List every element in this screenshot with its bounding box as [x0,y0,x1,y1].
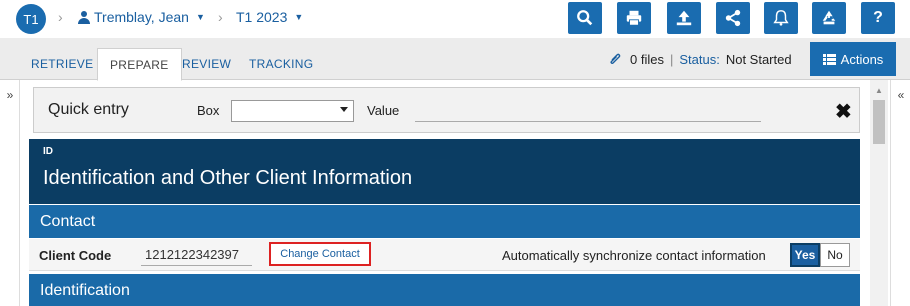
client-dropdown[interactable]: Tremblay, Jean ▼ [78,9,205,25]
list-icon [822,53,836,65]
value-input[interactable] [415,100,761,122]
search-icon [577,10,593,26]
chevron-right-icon: › [58,9,63,25]
caret-down-icon: ▼ [294,12,304,22]
upload-icon [676,10,692,26]
expand-left-icon[interactable]: » [0,88,20,102]
tab-review[interactable]: REVIEW [170,48,243,80]
value-label: Value [367,103,400,118]
share-button[interactable] [716,2,750,34]
share-icon [725,9,741,27]
status-value: Not Started [725,52,792,67]
form-header: ID Identification and Other Client Infor… [29,139,860,204]
client-name: Tremblay, Jean [94,9,189,25]
close-icon[interactable]: ✖ [835,99,852,124]
box-select[interactable] [231,100,354,122]
actions-button[interactable]: Actions [810,42,896,76]
files-count[interactable]: 0 files [630,52,664,67]
upload-button[interactable] [667,2,701,34]
form-title: Identification and Other Client Informat… [43,167,413,189]
left-panel-toggle: » [0,80,20,306]
form-id: ID [43,146,53,157]
recycle-icon [822,10,836,25]
caret-down-icon: ▼ [195,12,205,22]
paperclip-icon [610,53,621,64]
no-button[interactable]: No [820,243,850,267]
recycle-button[interactable] [812,2,846,34]
search-button[interactable] [568,2,602,34]
right-panel-toggle: « [890,80,910,306]
actions-label: Actions [840,51,884,67]
caret-down-icon [340,107,348,112]
tab-tracking[interactable]: TRACKING [237,48,325,80]
section-contact[interactable]: Contact [29,205,860,238]
quick-entry-panel: Quick entry Box Value ✖ [33,87,860,133]
person-icon [78,10,90,24]
help-button[interactable]: ? [861,2,895,34]
notifications-button[interactable] [764,2,798,34]
status-label: Status: [679,52,720,67]
separator: | [669,52,674,67]
year-label: T1 2023 [236,9,288,25]
chevron-right-icon: › [218,9,223,25]
sync-toggle: Yes No [790,243,850,267]
print-button[interactable] [617,2,651,34]
scrollbar[interactable]: ▲ [870,80,888,306]
bell-icon [773,10,789,26]
expand-right-icon[interactable]: « [891,88,910,102]
tab-prepare[interactable]: PREPARE [97,48,182,81]
client-code-field[interactable] [141,244,252,266]
sync-label: Automatically synchronize contact inform… [502,248,766,263]
print-icon [626,10,642,26]
section-identification[interactable]: Identification [29,274,860,306]
scroll-up-icon[interactable]: ▲ [870,86,888,95]
tab-retrieve[interactable]: RETRIEVE [19,48,105,80]
top-bar: T1 › Tremblay, Jean ▼ › T1 2023 ▼ ? [0,0,910,38]
client-code-label: Client Code [39,248,112,263]
quick-entry-title: Quick entry [48,101,129,118]
scroll-thumb[interactable] [873,100,885,144]
box-label: Box [197,103,220,118]
year-dropdown[interactable]: T1 2023 ▼ [236,9,303,25]
yes-button[interactable]: Yes [790,243,820,267]
change-contact-button[interactable]: Change Contact [269,242,371,266]
status-area: 0 files | Status: Not Started [608,52,792,67]
client-code-row: Client Code Change Contact Automatically… [29,239,860,271]
return-badge[interactable]: T1 [16,4,46,34]
